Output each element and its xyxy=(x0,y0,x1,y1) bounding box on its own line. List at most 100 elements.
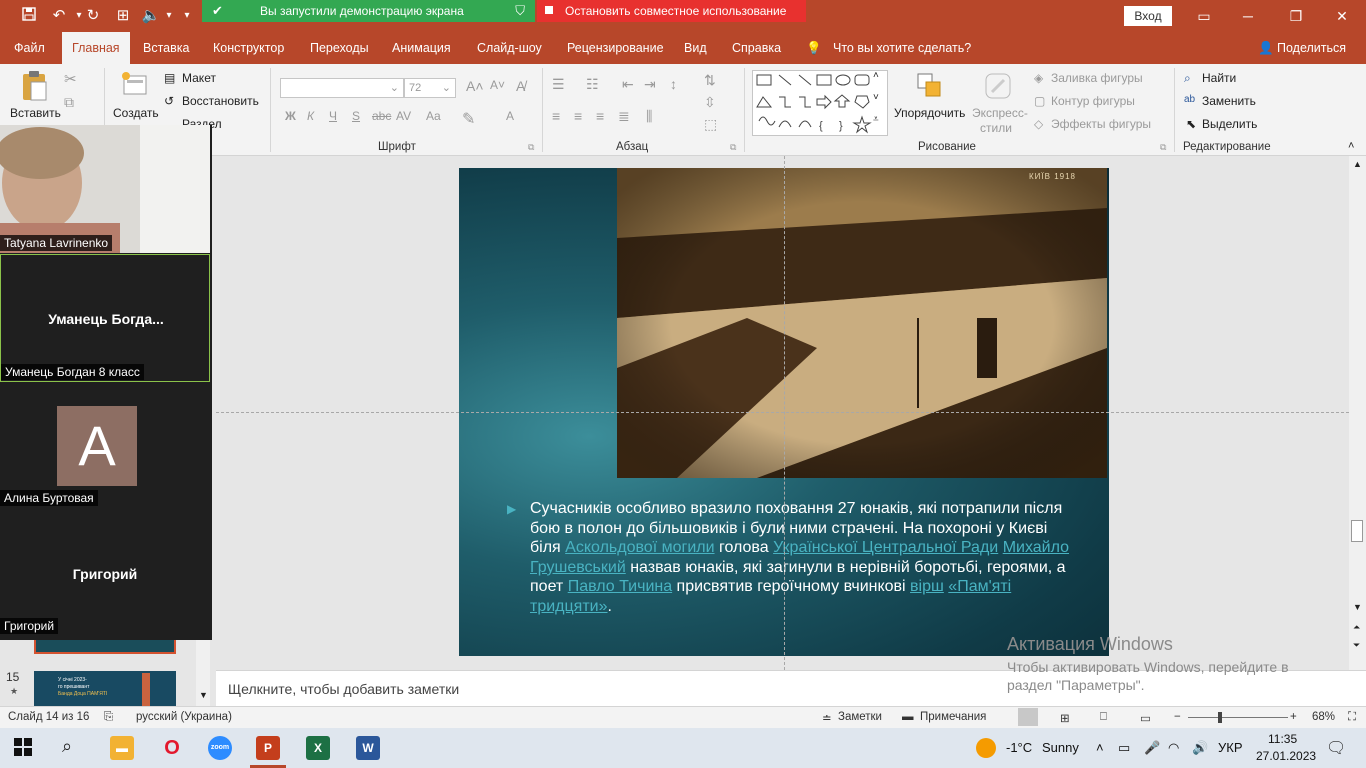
arrange-button[interactable]: Упорядочить xyxy=(894,106,965,120)
next-slide-icon[interactable]: ⏷ xyxy=(1353,640,1360,651)
bullets-icon[interactable]: ☰ xyxy=(552,76,565,93)
font-size-combo[interactable]: 72 ⌄ xyxy=(404,78,456,98)
slide-body-text[interactable]: Сучасників особливо вразило поховання 27… xyxy=(530,499,1070,617)
slide-hyperlink[interactable]: Павло Тичина xyxy=(568,578,672,595)
align-center-icon[interactable]: ≡ xyxy=(574,108,582,124)
windows-start-icon[interactable] xyxy=(14,738,32,759)
shape-fill-button[interactable]: Заливка фигуры xyxy=(1051,71,1143,85)
smartart-icon[interactable]: ⬚ xyxy=(704,116,717,133)
scroll-thumb[interactable] xyxy=(1351,520,1363,542)
reading-view-icon[interactable]: ⎕ xyxy=(1100,711,1107,724)
quick-styles-icon[interactable] xyxy=(984,72,1014,102)
fit-slide-icon[interactable]: ⛶ xyxy=(1348,711,1356,724)
new-slide-icon[interactable] xyxy=(120,70,150,100)
slide-scrollbar[interactable]: ▲ ▼ ⏶ ⏷ xyxy=(1349,156,1366,670)
spelling-icon[interactable]: ⎘ xyxy=(104,711,113,724)
replace-button[interactable]: Заменить xyxy=(1202,94,1256,108)
copy-icon[interactable]: ⧉ xyxy=(64,94,74,111)
clear-format-icon[interactable]: A̸ xyxy=(516,78,525,94)
zoom-slider-track[interactable] xyxy=(1188,717,1288,718)
restore-icon[interactable]: ❐ xyxy=(1276,5,1316,27)
columns-icon[interactable]: ⫼ xyxy=(646,108,652,125)
tab-design[interactable]: Конструктор xyxy=(213,32,284,64)
shapes-gallery[interactable]: {} xyxy=(752,70,888,136)
historical-photo[interactable]: КИЇВ 1918 xyxy=(617,168,1107,478)
weather-condition[interactable]: Sunny xyxy=(1042,740,1079,755)
participant-tile[interactable]: Григорий Григорий xyxy=(0,511,210,639)
thumbnail-15[interactable]: У січні 2023- го прешивант Банда Доца ПА… xyxy=(34,671,176,706)
scroll-down-icon[interactable]: ▼ xyxy=(1353,602,1362,612)
volume-icon[interactable]: 🔊 xyxy=(1192,740,1208,756)
close-icon[interactable]: ✕ xyxy=(1322,5,1362,27)
zoom-out-button[interactable]: − xyxy=(1174,711,1181,723)
notes-toggle[interactable]: Заметки xyxy=(838,711,882,723)
word-icon[interactable]: W xyxy=(356,736,380,760)
powerpoint-icon[interactable]: P xyxy=(256,736,280,760)
minimize-icon[interactable]: ─ xyxy=(1228,5,1268,27)
slide-hyperlink[interactable]: Української Центральної Ради xyxy=(773,539,998,556)
search-icon[interactable]: ⌕ xyxy=(62,736,72,757)
justify-icon[interactable]: ≣ xyxy=(618,108,630,125)
decrease-indent-icon[interactable]: ⇤ xyxy=(622,76,634,93)
tab-animations[interactable]: Анимация xyxy=(392,32,451,64)
shadow-button[interactable]: S xyxy=(352,109,360,123)
zoom-in-button[interactable]: + xyxy=(1290,711,1297,723)
slide-hyperlink[interactable]: вірш xyxy=(910,578,944,595)
reset-button[interactable]: Восстановить xyxy=(182,94,259,108)
tab-view[interactable]: Вид xyxy=(684,32,707,64)
paste-label[interactable]: Вставить xyxy=(10,106,61,120)
tab-review[interactable]: Рецензирование xyxy=(567,32,664,64)
share-button[interactable]: Поделиться xyxy=(1277,32,1346,64)
bold-button[interactable]: Ж xyxy=(285,109,296,123)
highlight-icon[interactable]: ✎ xyxy=(462,109,475,129)
tab-home[interactable]: Главная xyxy=(62,32,130,64)
quick-styles-label[interactable]: Экспресс- xyxy=(972,106,1028,120)
participant-video-tile[interactable]: Tatyana Lavrinenko xyxy=(0,125,210,253)
gallery-down-icon[interactable]: ˅ xyxy=(873,92,879,103)
save-icon[interactable] xyxy=(18,6,40,26)
collapse-ribbon-icon[interactable]: ˄ xyxy=(1348,140,1354,152)
file-explorer-icon[interactable]: ▬ xyxy=(110,736,134,760)
increase-indent-icon[interactable]: ⇥ xyxy=(644,76,656,93)
ribbon-display-icon[interactable]: ▭ xyxy=(1184,5,1224,27)
tray-expand-icon[interactable]: ˄ xyxy=(1096,740,1104,755)
tab-insert[interactable]: Вставка xyxy=(143,32,189,64)
dialog-launcher-icon[interactable]: ⧉ xyxy=(730,142,736,153)
slide-hyperlink[interactable]: Аскольдової могили xyxy=(565,539,714,556)
notifications-icon[interactable]: 🗨 xyxy=(1326,738,1346,758)
char-spacing-button[interactable]: AV xyxy=(396,109,411,123)
input-language[interactable]: УКР xyxy=(1218,740,1243,755)
previous-slide-icon[interactable]: ⏶ xyxy=(1353,622,1360,633)
new-slide-label[interactable]: Создать xyxy=(113,106,159,120)
sign-in-button[interactable]: Вход xyxy=(1124,6,1172,26)
tell-me-search[interactable]: Что вы хотите сделать? xyxy=(833,32,971,64)
wifi-icon[interactable]: ◠ xyxy=(1168,740,1179,756)
clock-time[interactable]: 11:35 xyxy=(1268,732,1297,746)
screen-share-banner[interactable]: ✔ Вы запустили демонстрацию экрана ⛉ xyxy=(202,0,535,22)
layout-button[interactable]: Макет xyxy=(182,71,216,85)
scroll-up-icon[interactable]: ▲ xyxy=(1353,159,1362,169)
font-name-combo[interactable]: ⌄ xyxy=(280,78,404,98)
comments-toggle[interactable]: Примечания xyxy=(920,711,986,723)
paste-icon[interactable] xyxy=(20,70,50,101)
text-direction-icon[interactable]: ⇅ xyxy=(704,72,716,89)
slideshow-view-icon[interactable]: ▭ xyxy=(1140,711,1151,725)
shape-outline-button[interactable]: Контур фигуры xyxy=(1051,94,1135,108)
align-right-icon[interactable]: ≡ xyxy=(596,108,604,124)
zoom-slider-thumb[interactable] xyxy=(1218,712,1222,723)
participant-tile[interactable]: Уманець Богда... Уманець Богдан 8 класс xyxy=(0,254,210,382)
shape-effects-button[interactable]: Эффекты фигуры xyxy=(1051,117,1151,131)
start-slideshow-icon[interactable]: ⊞ xyxy=(112,6,134,26)
customize-toolbar-icon[interactable]: ▾ xyxy=(176,6,198,26)
italic-button[interactable]: К xyxy=(307,109,314,123)
dialog-launcher-icon[interactable]: ⧉ xyxy=(528,142,534,153)
shrink-font-icon[interactable]: A˅ xyxy=(490,78,505,92)
scroll-down-icon[interactable]: ▼ xyxy=(199,690,208,700)
opera-icon[interactable]: O xyxy=(160,736,184,760)
redo-icon[interactable]: ↻ xyxy=(82,6,104,26)
arrange-icon[interactable] xyxy=(916,72,946,102)
battery-icon[interactable]: ▭ xyxy=(1118,740,1130,756)
strikethrough-button[interactable]: abc xyxy=(372,109,391,123)
cut-icon[interactable]: ✂ xyxy=(64,70,77,88)
weather-temperature[interactable]: -1°C xyxy=(1006,740,1032,755)
